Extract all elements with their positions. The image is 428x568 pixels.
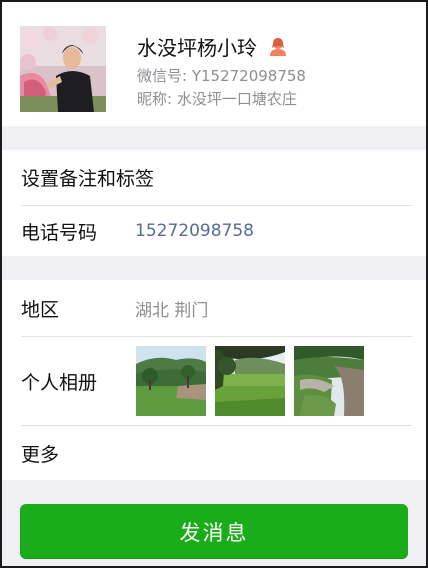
region-value: 湖北 荆门 <box>135 300 209 321</box>
nickname: 昵称: 水没坪一口塘农庄 <box>137 90 297 108</box>
phone-row[interactable]: 电话号码 15272098758 <box>2 206 426 256</box>
remark-row[interactable]: 设置备注和标签 <box>2 150 426 205</box>
phone-number-link[interactable]: 15272098758 <box>135 221 254 241</box>
region-label: 地区 <box>21 298 60 321</box>
album-photos[interactable] <box>136 346 373 416</box>
profile-card[interactable]: 水没坪杨小玲 微信号: Y15272098758 昵称: 水没坪一口塘农庄 <box>2 2 426 126</box>
contact-group: 设置备注和标签 电话号码 15272098758 <box>2 150 426 256</box>
phone-label: 电话号码 <box>21 221 98 244</box>
send-message-button[interactable]: 发消息 <box>20 504 408 559</box>
album-photo-1[interactable] <box>136 346 206 416</box>
details-group: 地区 湖北 荆门 个人相册 更多 <box>2 280 426 480</box>
remark-label: 设置备注和标签 <box>21 168 155 190</box>
avatar[interactable] <box>20 26 106 112</box>
region-row: 地区 湖北 荆门 <box>2 280 426 336</box>
album-label: 个人相册 <box>21 371 98 394</box>
name-row: 水没坪杨小玲 <box>137 32 287 61</box>
avatar-image <box>20 26 106 112</box>
profile-name: 水没坪杨小玲 <box>137 36 257 60</box>
female-user-icon <box>269 37 287 57</box>
album-photo-2[interactable] <box>215 346 285 416</box>
wechat-id: 微信号: Y15272098758 <box>137 67 306 85</box>
album-photo-3[interactable] <box>294 346 364 416</box>
more-label: 更多 <box>21 443 60 466</box>
more-row[interactable]: 更多 <box>2 426 426 480</box>
